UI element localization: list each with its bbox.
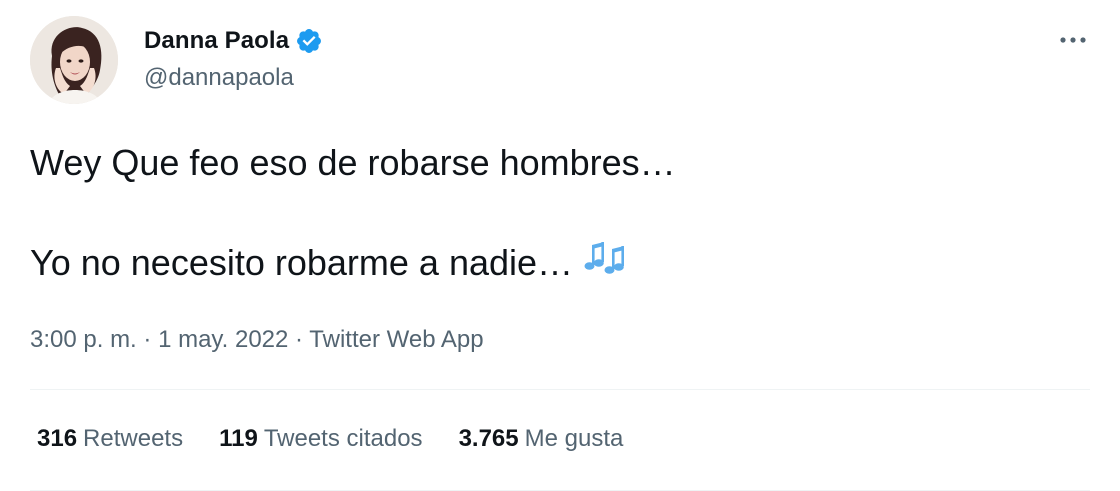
tweet-line-2: Yo no necesito robarme a nadie… (30, 238, 1090, 292)
stat-count: 119 (219, 425, 258, 452)
profile-photo (30, 16, 118, 104)
more-options-button[interactable] (1056, 30, 1090, 50)
tweet-date[interactable]: 1 may. 2022 (158, 326, 288, 353)
stat-count: 3.765 (458, 425, 519, 452)
stat-count: 316 (37, 425, 78, 452)
tweet-meta: 3:00 p. m. · 1 may. 2022 · Twitter Web A… (30, 326, 484, 354)
divider (30, 389, 1090, 390)
retweets-stat[interactable]: 316 Retweets (37, 425, 183, 453)
handle[interactable]: @dannapaola (144, 64, 294, 92)
musical-notes-icon (583, 239, 629, 292)
stat-label: Retweets (83, 425, 184, 452)
stat-label: Tweets citados (263, 425, 423, 452)
tweet-line-2-text: Yo no necesito robarme a nadie… (30, 242, 574, 283)
more-dots-icon (1060, 37, 1086, 43)
likes-stat[interactable]: 3.765 Me gusta (459, 425, 624, 453)
display-name[interactable]: Danna Paola (144, 27, 289, 55)
avatar[interactable] (30, 16, 118, 104)
tweet-time[interactable]: 3:00 p. m. (30, 326, 137, 353)
stat-label: Me gusta (524, 425, 624, 452)
author-name-row: Danna Paola (144, 27, 323, 55)
tweet-stats: 316 Retweets 119 Tweets citados 3.765 Me gu… (37, 425, 623, 453)
tweet-source[interactable]: Twitter Web App (309, 326, 483, 353)
tweet-text: Wey Que feo eso de robarse hombres… Yo n… (30, 138, 1090, 292)
quote-tweets-stat[interactable]: 119 Tweets citados (219, 425, 422, 453)
meta-separator: · (136, 326, 159, 353)
verified-badge-icon (295, 27, 323, 55)
meta-separator: · (288, 326, 310, 353)
tweet-line-1: Wey Que feo eso de robarse hombres… (30, 142, 676, 183)
